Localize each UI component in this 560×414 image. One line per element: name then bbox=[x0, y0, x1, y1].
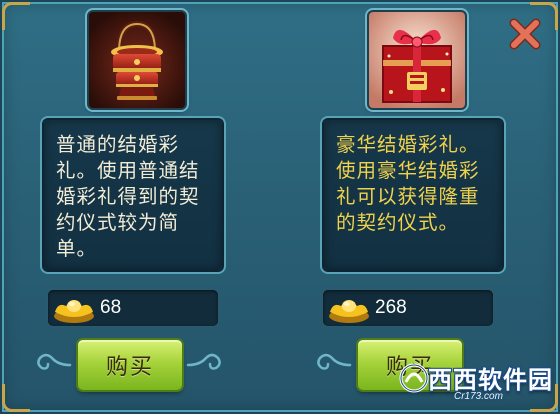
standard-gift-price: 68 bbox=[48, 290, 218, 326]
corner-ornament bbox=[2, 384, 30, 412]
swirl-ornament-icon bbox=[37, 353, 72, 370]
buy-standard-gift-button[interactable]: 购买 bbox=[78, 340, 182, 390]
buy-luxury-gift-button[interactable]: 购买 bbox=[358, 340, 462, 390]
buy-button-label: 购买 bbox=[105, 355, 154, 380]
price-value: 268 bbox=[375, 297, 407, 318]
close-x-icon bbox=[509, 18, 541, 50]
luxury-gift-image bbox=[369, 12, 465, 108]
corner-ornament bbox=[530, 384, 558, 412]
luxury-gift-description: 豪华结婚彩礼。使用豪华结婚彩礼可以获得隆重的契约仪式。 bbox=[336, 133, 480, 234]
standard-gift-description-box: 普通的结婚彩礼。使用普通结婚彩礼得到的契约仪式较为简单。 bbox=[44, 120, 222, 270]
luxury-gift-price: 268 bbox=[323, 290, 493, 326]
corner-ornament bbox=[2, 2, 30, 30]
standard-gift-image bbox=[89, 12, 185, 108]
swirl-ornament-icon bbox=[317, 353, 352, 370]
close-button[interactable] bbox=[505, 14, 545, 54]
gold-ingot-icon bbox=[54, 300, 94, 323]
standard-gift-description: 普通的结婚彩礼。使用普通结婚彩礼得到的契约仪式较为简单。 bbox=[56, 133, 200, 260]
watermark-site: Cr173.com bbox=[454, 391, 503, 402]
wedding-gift-dialog: 普通的结婚彩礼。使用普通结婚彩礼得到的契约仪式较为简单。 豪华结婚彩礼。使用豪华… bbox=[0, 0, 560, 414]
buy-button-label: 购买 bbox=[385, 355, 434, 380]
price-value: 68 bbox=[100, 297, 122, 318]
gold-ingot-icon bbox=[329, 300, 369, 323]
swirl-ornament-icon bbox=[186, 353, 221, 370]
luxury-gift-description-box: 豪华结婚彩礼。使用豪华结婚彩礼可以获得隆重的契约仪式。 bbox=[324, 120, 502, 270]
